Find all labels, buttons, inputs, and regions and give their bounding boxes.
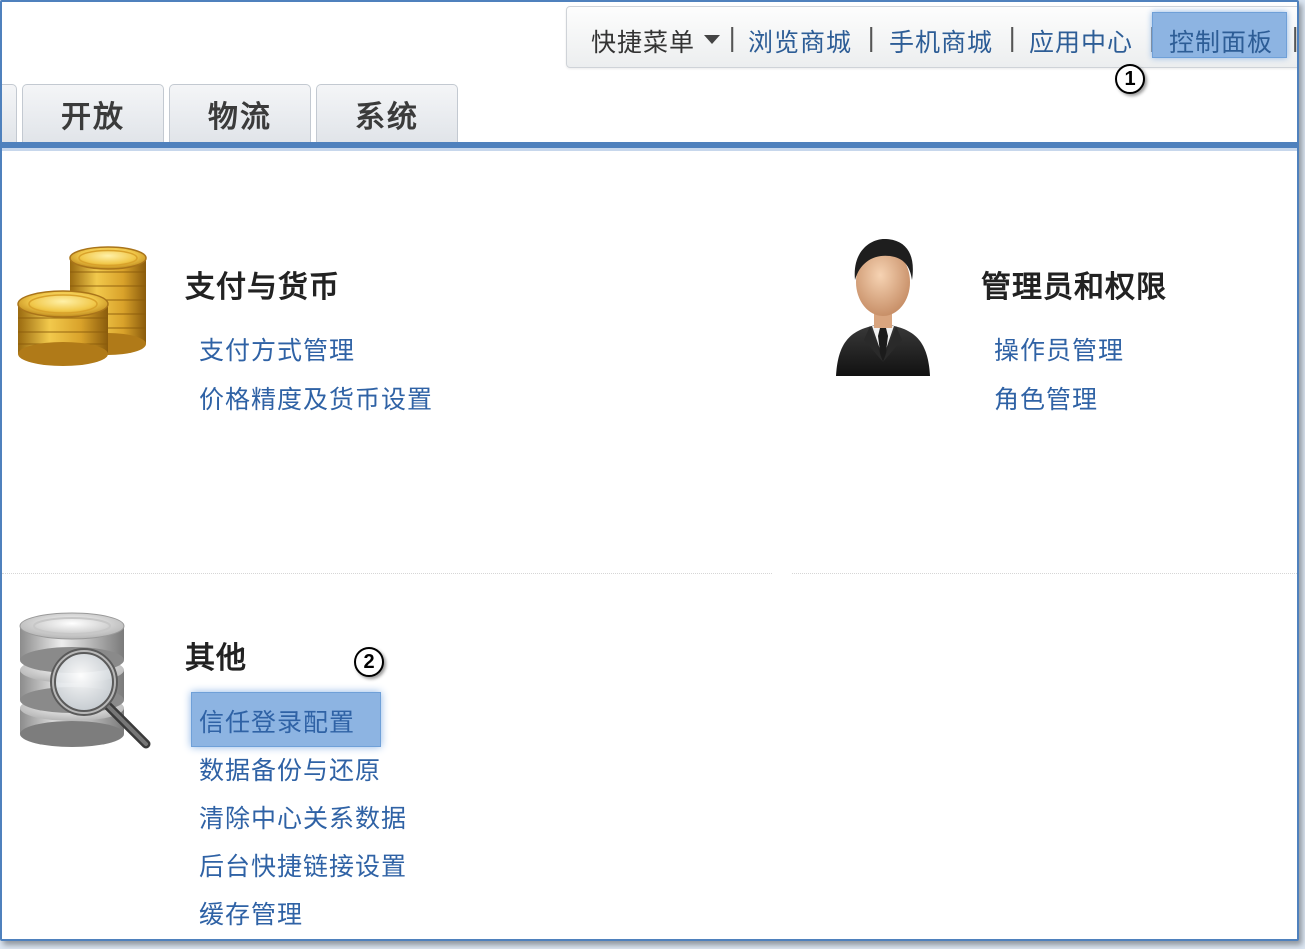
database-search-icon <box>19 612 151 749</box>
nav-separator: | <box>867 23 876 52</box>
section-divider <box>2 573 772 574</box>
link-clear-center-relation-data[interactable]: 清除中心关系数据 <box>199 799 407 835</box>
link-trusted-login-config[interactable]: 信任登录配置 <box>199 703 355 739</box>
nav-separator: | <box>1008 23 1017 52</box>
tab-underline <box>2 142 1297 151</box>
link-operator-management[interactable]: 操作员管理 <box>994 331 1124 367</box>
link-price-precision-currency[interactable]: 价格精度及货币设置 <box>199 380 433 416</box>
callout-2: 2 <box>354 647 384 677</box>
chevron-down-icon[interactable] <box>704 35 720 44</box>
control-panel-window: 快捷菜单 | 浏览商城 | 手机商城 | 应用中心 | 控制面板 | 1 开放 … <box>0 0 1299 941</box>
section-divider <box>792 573 1297 574</box>
nav-separator: | <box>1291 23 1299 52</box>
link-data-backup-restore[interactable]: 数据备份与还原 <box>199 751 381 787</box>
gold-coins-icon <box>17 246 147 366</box>
link-backend-shortcut-settings[interactable]: 后台快捷链接设置 <box>199 847 407 883</box>
section-title-other: 其他 <box>185 641 247 676</box>
nav-mobile-mall[interactable]: 手机商城 <box>889 23 993 59</box>
admin-user-icon <box>836 238 930 376</box>
nav-app-center[interactable]: 应用中心 <box>1029 23 1133 59</box>
nav-browse-mall[interactable]: 浏览商城 <box>748 23 852 59</box>
nav-separator: | <box>728 23 737 52</box>
top-quick-nav: 快捷菜单 | 浏览商城 | 手机商城 | 应用中心 | 控制面板 | <box>566 6 1299 68</box>
nav-control-panel[interactable]: 控制面板 <box>1169 23 1273 59</box>
quick-menu-button[interactable]: 快捷菜单 <box>591 23 695 59</box>
callout-1: 1 <box>1115 64 1145 94</box>
tab-logistics[interactable]: 物流 <box>169 84 311 147</box>
link-role-management[interactable]: 角色管理 <box>994 380 1098 416</box>
link-cache-management[interactable]: 缓存管理 <box>199 895 303 931</box>
tab-partial[interactable] <box>2 84 17 147</box>
section-title-payment: 支付与货币 <box>185 270 340 305</box>
link-payment-methods[interactable]: 支付方式管理 <box>199 331 355 367</box>
section-title-admin: 管理员和权限 <box>981 270 1167 305</box>
tab-system[interactable]: 系统 <box>316 84 458 147</box>
tab-open[interactable]: 开放 <box>22 84 164 147</box>
